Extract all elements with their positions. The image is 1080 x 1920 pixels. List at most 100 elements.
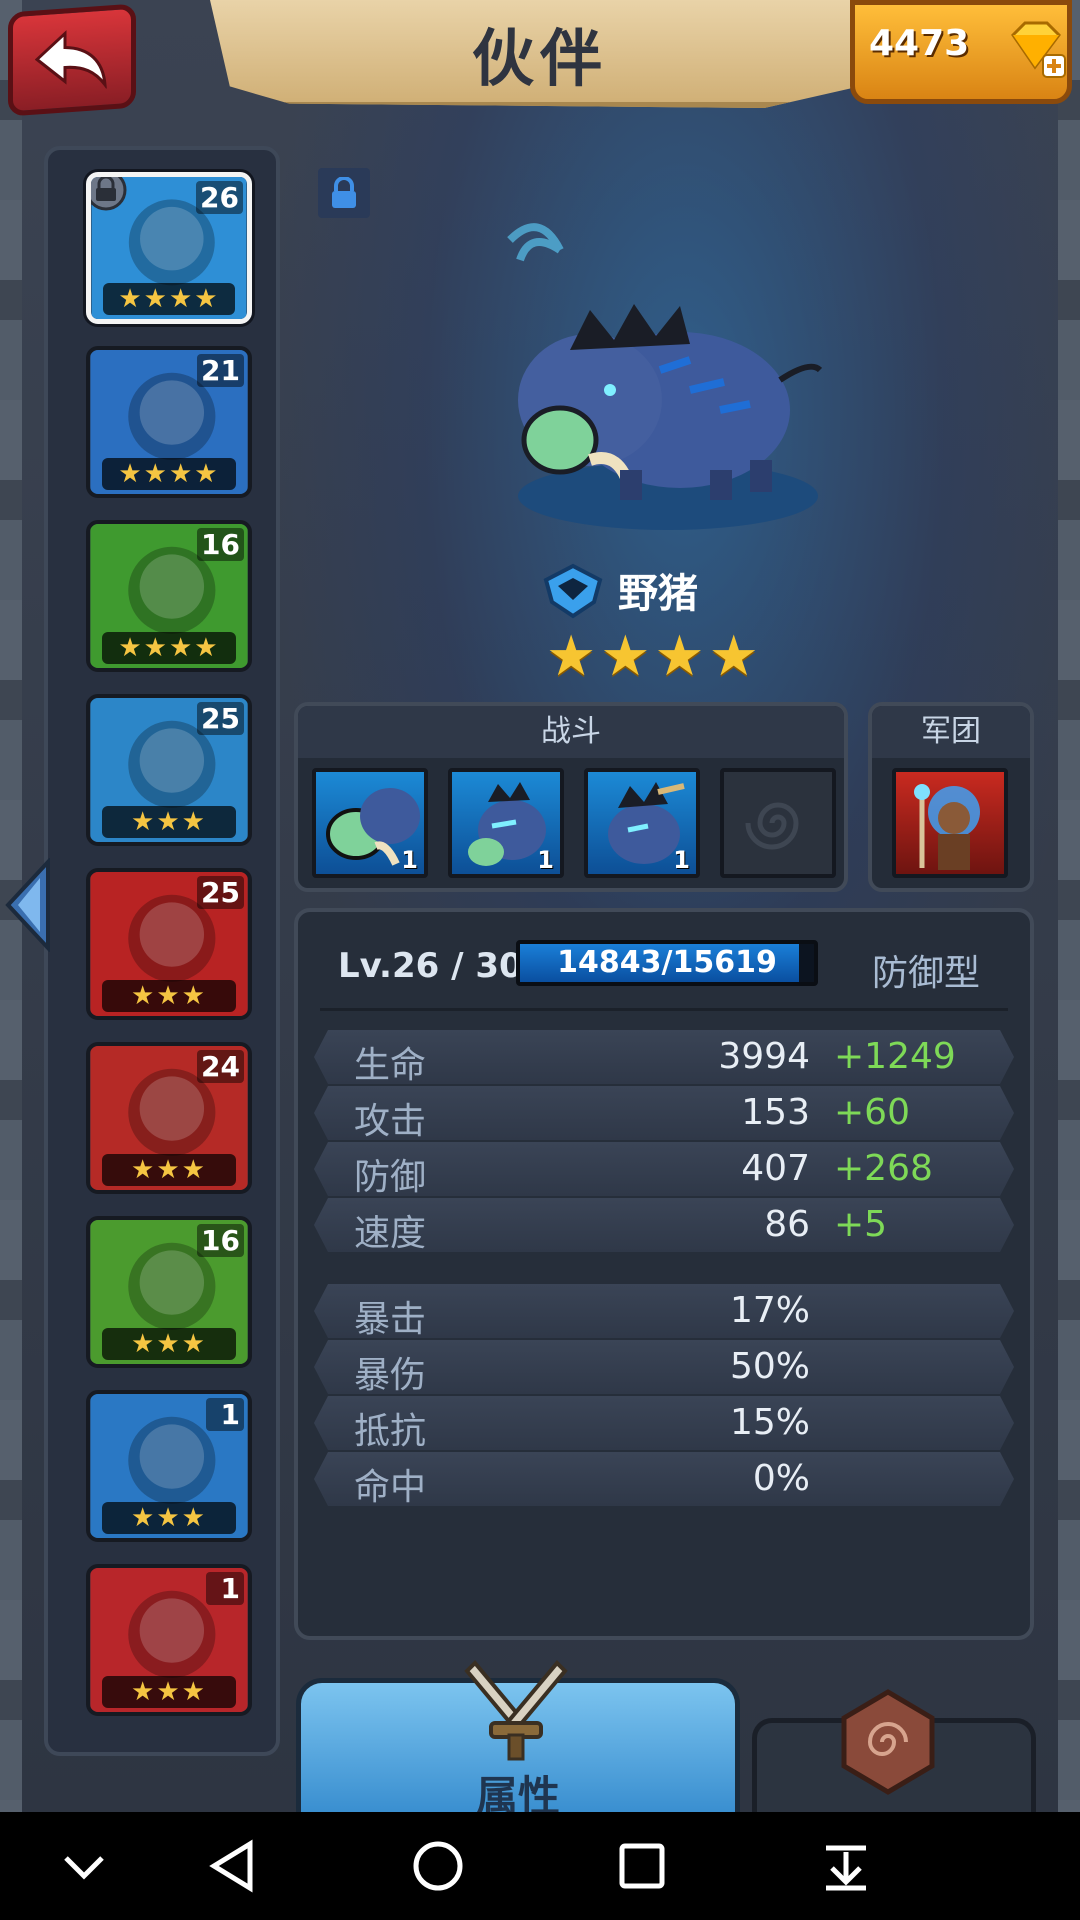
legion-panel: 军团 xyxy=(868,702,1034,892)
roster-card-level: 24 xyxy=(197,1050,244,1083)
roster-card-stars: ★★★★ xyxy=(103,283,235,315)
battle-slot-1-qty: 1 xyxy=(401,846,418,874)
page-title: 伙伴 xyxy=(471,22,608,95)
roster-card-level: 21 xyxy=(197,354,244,387)
stats-panel: Lv.26 / 30 14843/15619 防御型 生命 3994 +1249 攻击… xyxy=(294,908,1034,1640)
roster-card[interactable]: 26 ★★★★ xyxy=(86,172,252,324)
lock-toggle-button[interactable] xyxy=(318,168,370,218)
stat-bonus: +1249 xyxy=(834,1036,956,1077)
legion-panel-title: 军团 xyxy=(872,706,1030,758)
battle-slot-2-qty: 1 xyxy=(537,846,554,874)
back-button[interactable] xyxy=(8,3,136,117)
roster-card-stars: ★★★ xyxy=(102,1502,236,1534)
stat-value: 153 xyxy=(741,1092,810,1133)
legion-shaman-icon xyxy=(914,784,980,870)
hero-star-rating: ★★★★ xyxy=(546,624,763,689)
boar-hero-figure[interactable] xyxy=(490,200,830,540)
roster-card-stars: ★★★ xyxy=(102,1328,236,1360)
roster-card-level: 16 xyxy=(197,1224,244,1257)
stat-bonus: +268 xyxy=(834,1148,933,1189)
battle-slot-4-empty[interactable] xyxy=(720,768,836,878)
stat-value: 3994 xyxy=(718,1036,810,1077)
stats-divider xyxy=(320,1008,1008,1011)
exp-bar: 14843/15619 xyxy=(516,940,818,986)
roster-card-level: 26 xyxy=(196,181,243,214)
stat-value: 17% xyxy=(729,1290,810,1331)
stat-value: 15% xyxy=(729,1402,810,1443)
nav-back-icon[interactable] xyxy=(202,1836,266,1896)
stat-name: 暴击 xyxy=(354,1299,427,1340)
stat-bonus: +60 xyxy=(834,1092,910,1133)
back-arrow-icon xyxy=(35,30,107,90)
roster-card[interactable]: 1 ★★★ xyxy=(86,1564,252,1716)
stat-value: 0% xyxy=(752,1458,810,1499)
rune-stone-icon[interactable] xyxy=(836,1688,940,1796)
stat-name: 防御 xyxy=(354,1157,427,1198)
stat-row: 攻击 153 +60 xyxy=(314,1086,1014,1140)
roster-card-stars: ★★★ xyxy=(102,1676,236,1708)
roster-card-level: 16 xyxy=(197,528,244,561)
battle-slot-3-qty: 1 xyxy=(673,846,690,874)
stat-row: 速度 86 +5 xyxy=(314,1198,1014,1252)
lock-icon xyxy=(332,177,356,208)
battle-slot-2[interactable]: 1 xyxy=(448,768,564,878)
legion-slot[interactable] xyxy=(892,768,1008,878)
roster-card[interactable]: 16 ★★★ xyxy=(86,1216,252,1368)
stat-value: 86 xyxy=(764,1204,810,1245)
roster-card-level: 25 xyxy=(197,702,244,735)
roster-collapse-arrow-icon[interactable] xyxy=(0,858,58,952)
gem-plus-icon[interactable] xyxy=(1003,19,1067,79)
system-navigation-bar xyxy=(0,1812,1080,1920)
roster-card-level: 25 xyxy=(197,876,244,909)
stat-value: 407 xyxy=(741,1148,810,1189)
stat-value: 50% xyxy=(729,1346,810,1387)
battle-panel: 战斗 1 1 1 xyxy=(294,702,848,892)
gem-count: 4473 xyxy=(869,23,970,64)
stat-name: 命中 xyxy=(354,1467,427,1508)
stat-bonus: +5 xyxy=(834,1204,888,1245)
hero-name-row: 野猪 xyxy=(540,560,698,620)
stat-name: 暴伤 xyxy=(354,1355,427,1396)
hero-level: Lv.26 / 30 xyxy=(338,946,523,986)
nav-recents-icon[interactable] xyxy=(610,1836,674,1896)
roster-card-stars: ★★★★ xyxy=(102,632,236,664)
stat-name: 攻击 xyxy=(354,1101,427,1142)
roster-card[interactable]: 1 ★★★ xyxy=(86,1390,252,1542)
empty-slot-rune-icon xyxy=(745,802,799,850)
roster-card[interactable]: 16 ★★★★ xyxy=(86,520,252,672)
tab-attributes[interactable]: 属性 xyxy=(296,1660,740,1821)
stat-name: 抵抗 xyxy=(354,1411,427,1452)
stat-row: 防御 407 +268 xyxy=(314,1142,1014,1196)
card-lock-icon xyxy=(91,177,127,211)
roster-card[interactable]: 21 ★★★★ xyxy=(86,346,252,498)
stat-row: 暴伤 50% xyxy=(314,1340,1014,1394)
stat-row: 生命 3994 +1249 xyxy=(314,1030,1014,1084)
roster-card[interactable]: 25 ★★★ xyxy=(86,868,252,1020)
hero-name: 野猪 xyxy=(618,571,698,617)
roster-card-level: 1 xyxy=(206,1572,244,1605)
stat-name: 速度 xyxy=(354,1213,427,1254)
stat-row: 命中 0% xyxy=(314,1452,1014,1506)
roster-card-level: 1 xyxy=(206,1398,244,1431)
defense-class-icon xyxy=(543,563,603,619)
exp-text: 14843/15619 xyxy=(557,945,777,980)
right-stone-border xyxy=(1058,0,1080,1812)
battle-panel-title: 战斗 xyxy=(298,706,844,758)
nav-home-icon[interactable] xyxy=(406,1836,470,1896)
roster-card[interactable]: 24 ★★★ xyxy=(86,1042,252,1194)
crossed-swords-icon xyxy=(464,1660,568,1761)
roster-card[interactable]: 25 ★★★ xyxy=(86,694,252,846)
stat-name: 生命 xyxy=(354,1045,427,1086)
stat-row: 抵抗 15% xyxy=(314,1396,1014,1450)
nav-hide-chevron-icon[interactable] xyxy=(52,1836,116,1896)
nav-notifications-icon[interactable] xyxy=(814,1836,878,1896)
roster-card-stars: ★★★ xyxy=(102,1154,236,1186)
gem-counter[interactable]: 4473 xyxy=(850,0,1072,104)
battle-slot-1[interactable]: 1 xyxy=(312,768,428,878)
roster-card-stars: ★★★★ xyxy=(102,458,236,490)
stat-row: 暴击 17% xyxy=(314,1284,1014,1338)
roster-panel: 26 ★★★★ 21 ★★★★ 16 ★★★★ 25 ★★★ 25 ★★★ 24 ★★★ 16 ★★★ 1 ★… xyxy=(44,146,280,1756)
battle-slot-3[interactable]: 1 xyxy=(584,768,700,878)
roster-card-stars: ★★★ xyxy=(102,980,236,1012)
hero-role: 防御型 xyxy=(872,953,981,994)
